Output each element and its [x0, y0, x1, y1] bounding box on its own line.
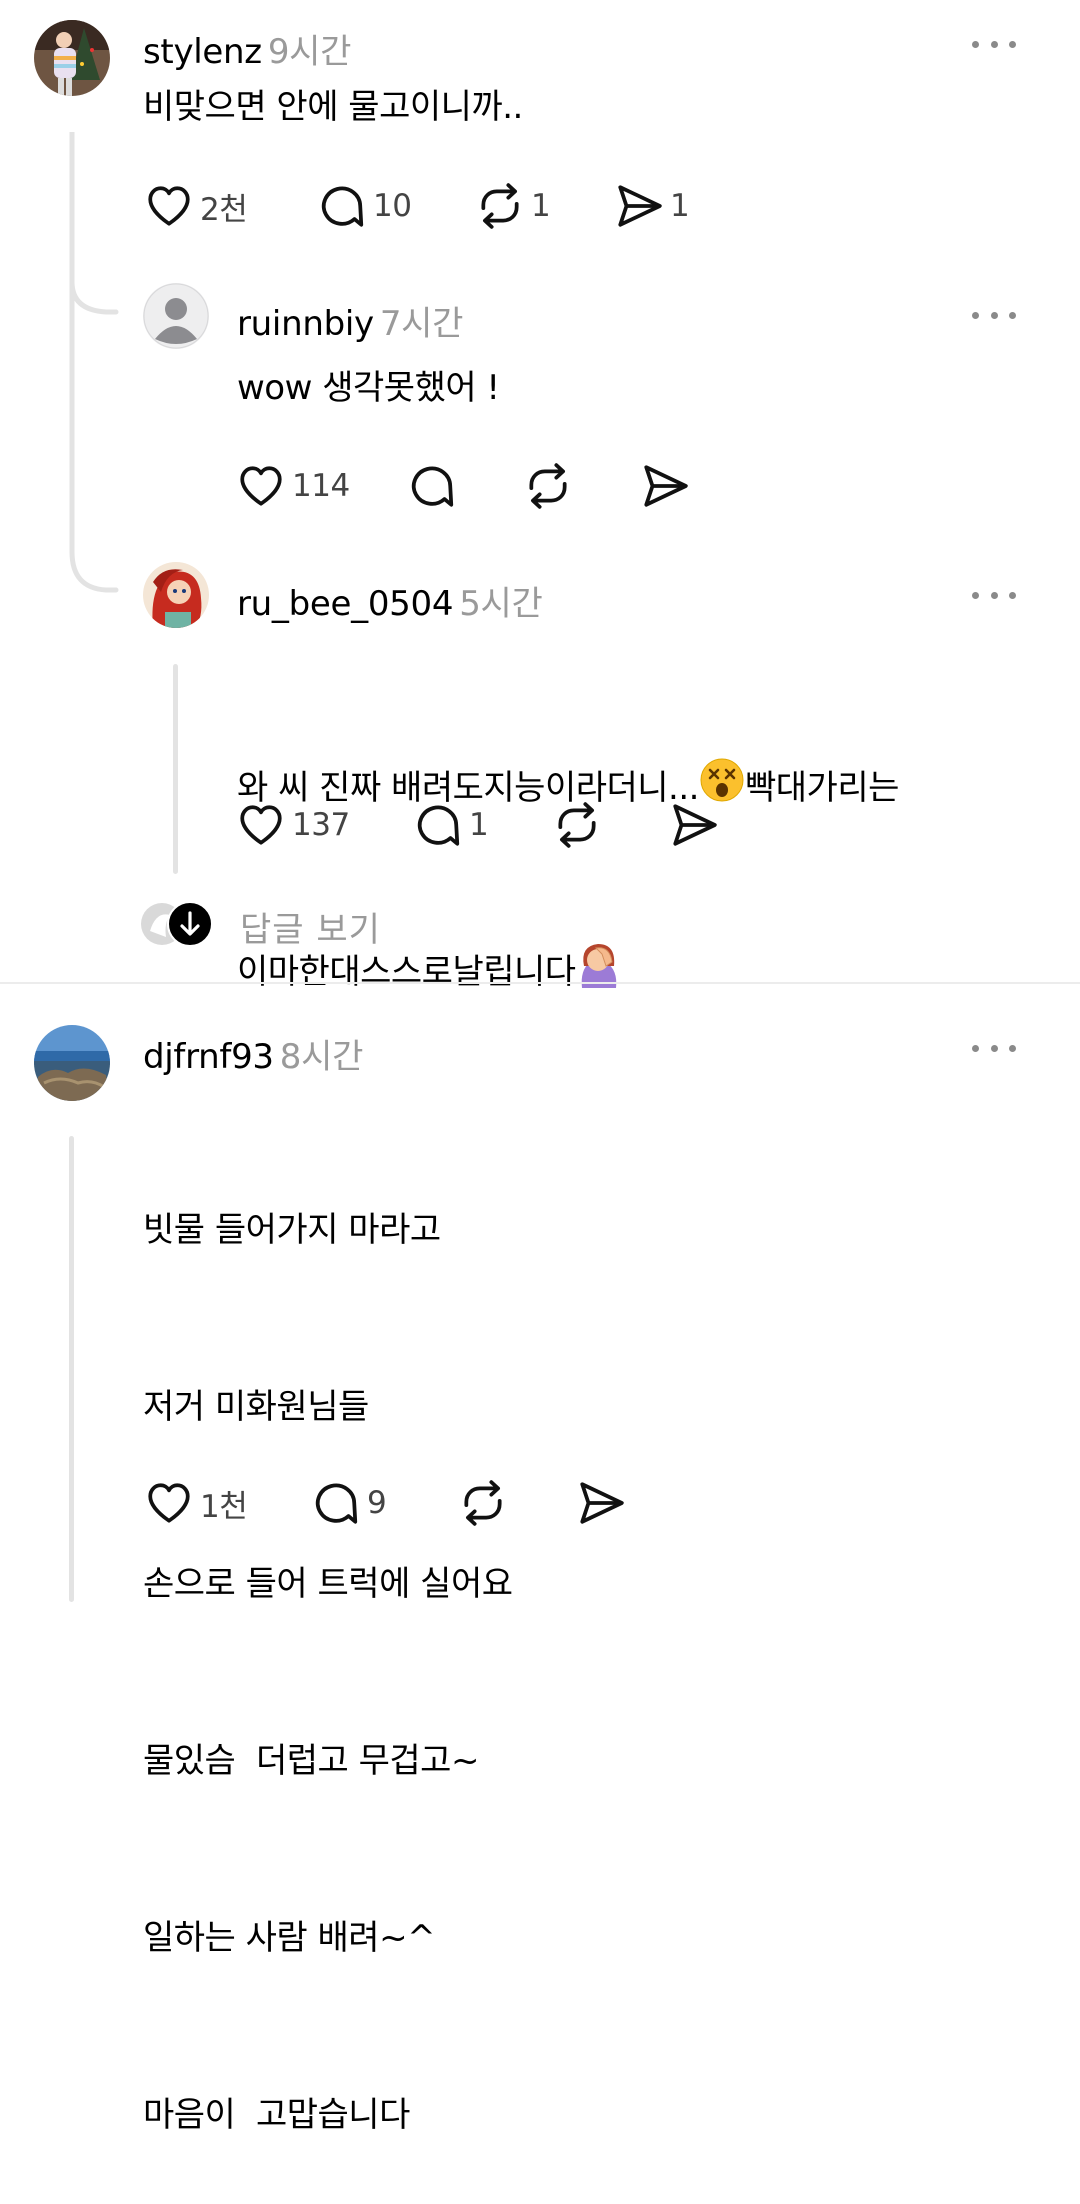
- arrow-down-icon[interactable]: [167, 901, 213, 947]
- share-button[interactable]: [640, 460, 690, 512]
- comment-bubble-icon: [413, 800, 463, 850]
- share-button[interactable]: 1: [614, 180, 690, 232]
- thread-line: [69, 1136, 74, 1602]
- comment-line: 물있슴 더럽고 무겁고~: [143, 1741, 479, 1781]
- heart-icon: [236, 461, 286, 511]
- send-icon: [640, 461, 690, 511]
- username[interactable]: ru_bee_0504: [237, 584, 453, 624]
- reply-count: 10: [373, 188, 412, 224]
- comment-line: 저거 미화원님들: [143, 1387, 369, 1427]
- like-button[interactable]: 2천: [144, 180, 248, 232]
- avatar-ru_bee_0504[interactable]: [143, 562, 209, 628]
- repost-icon: [475, 181, 525, 231]
- heart-icon: [144, 181, 194, 231]
- send-icon: [614, 181, 664, 231]
- comment-text: 와 씨 진짜 배려도지능이라더니... 빡대가리는 이마한대스스로날립니다: [237, 639, 899, 1066]
- reply-button[interactable]: [407, 460, 457, 512]
- like-button[interactable]: 114: [236, 460, 350, 512]
- more-options-icon[interactable]: [972, 307, 1016, 323]
- text-segment: 빡대가리는: [745, 768, 899, 808]
- comment-line: 일하는 사람 배려~^: [143, 1918, 436, 1958]
- reply-count: 1: [469, 807, 489, 843]
- username[interactable]: djfrnf93: [143, 1037, 274, 1077]
- repost-button[interactable]: [523, 460, 573, 512]
- repost-icon: [552, 800, 602, 850]
- heart-icon: [144, 1478, 194, 1528]
- divider: [0, 982, 1080, 984]
- reply-button[interactable]: 9: [311, 1477, 387, 1529]
- avatar-stylenz[interactable]: [34, 20, 110, 96]
- face-palm-emoji: [576, 940, 620, 1007]
- username-djfrnf93[interactable]: djfrnf93 8시간: [143, 1029, 363, 1078]
- comment-line: 빗물 들어가지 마라고: [143, 1210, 441, 1250]
- repost-button[interactable]: [552, 799, 602, 851]
- username-ruinnbiy[interactable]: ruinnbiy 7시간: [237, 296, 463, 345]
- username-stylenz[interactable]: stylenz 9시간: [143, 24, 351, 73]
- timestamp: 5시간: [459, 584, 543, 624]
- reply-button[interactable]: 1: [413, 799, 489, 851]
- text-segment: 이마한대스스로날립니다: [237, 952, 576, 992]
- comment-bubble-icon: [407, 461, 457, 511]
- comment-text: 빗물 들어가지 마라고 저거 미화원님들 손으로 들어 트럭에 실어요 물있슴 …: [143, 1083, 513, 2204]
- share-count: 1: [670, 188, 690, 224]
- comment-line: 마음이 고맙습니다: [143, 2095, 410, 2135]
- like-button[interactable]: 137: [236, 799, 350, 851]
- username[interactable]: stylenz: [143, 32, 262, 72]
- username[interactable]: ruinnbiy: [237, 304, 374, 344]
- comment-text: 비맞으면 안에 물고이니까..: [143, 87, 523, 127]
- repost-icon: [458, 1478, 508, 1528]
- timestamp: 7시간: [379, 304, 464, 344]
- avatar-djfrnf93[interactable]: [34, 1025, 110, 1101]
- timestamp: 9시간: [267, 32, 352, 72]
- comment-bubble-icon: [317, 181, 367, 231]
- comment-text: wow 생각못했어 !: [237, 368, 500, 408]
- like-count: 1천: [200, 1488, 248, 1525]
- like-count: 137: [292, 807, 350, 843]
- repost-button[interactable]: [458, 1477, 508, 1529]
- more-options-icon[interactable]: [972, 587, 1016, 603]
- heart-icon: [236, 800, 286, 850]
- thread-connector: [69, 132, 119, 593]
- repost-button[interactable]: 1: [475, 180, 551, 232]
- more-options-icon[interactable]: [972, 1040, 1016, 1056]
- username-ru_bee_0504[interactable]: ru_bee_0504 5시간: [237, 576, 543, 625]
- view-replies-link[interactable]: 답글 보기: [240, 902, 381, 951]
- comment-line: 손으로 들어 트럭에 실어요: [143, 1564, 513, 1604]
- send-icon: [669, 800, 719, 850]
- reply-button[interactable]: 10: [317, 180, 412, 232]
- share-button[interactable]: [576, 1477, 626, 1529]
- send-icon: [576, 1478, 626, 1528]
- comment-bubble-icon: [311, 1478, 361, 1528]
- more-options-icon[interactable]: [972, 36, 1016, 52]
- avatar-ruinnbiy[interactable]: [143, 283, 209, 349]
- thread-line: [173, 664, 178, 874]
- repost-count: 1: [531, 188, 551, 224]
- repost-icon: [523, 461, 573, 511]
- like-count: 114: [292, 468, 350, 504]
- timestamp: 8시간: [279, 1037, 364, 1077]
- share-button[interactable]: [669, 799, 719, 851]
- reply-count: 9: [367, 1485, 387, 1521]
- like-count: 2천: [200, 191, 248, 228]
- like-button[interactable]: 1천: [144, 1477, 248, 1529]
